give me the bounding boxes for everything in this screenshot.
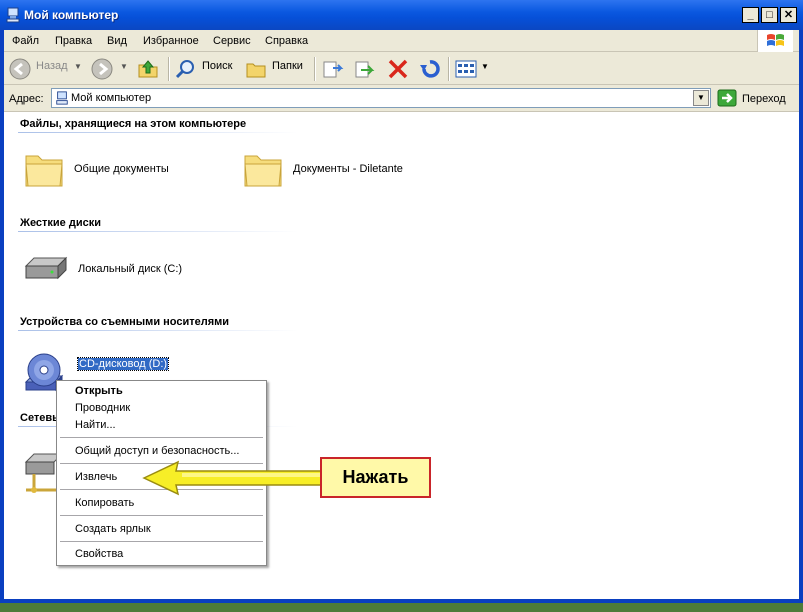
ctx-separator [60,541,263,542]
folders-button-label[interactable]: Папки [272,60,303,72]
desktop-background [0,603,803,612]
folder-shared-documents[interactable]: Общие документы [22,150,169,193]
folder-user-documents[interactable]: Документы - Diletante [241,150,403,193]
menu-tools[interactable]: Сервис [213,35,251,47]
toolbar-separator [168,57,170,81]
hint-callout: Нажать [320,457,431,498]
search-icon[interactable] [174,57,198,81]
toolbar-separator [314,57,316,81]
ctx-create-shortcut[interactable]: Создать ярлык [75,523,151,535]
address-dropdown-icon[interactable]: ▼ [693,90,709,106]
menu-view[interactable]: Вид [107,35,127,47]
folder-icon [25,155,63,187]
views-dropdown-icon[interactable]: ▼ [481,62,489,71]
drive-label: Локальный диск (C:) [78,263,183,275]
address-value: Мой компьютер [71,92,152,104]
group-title-files: Файлы, хранящиеся на этом компьютере [20,118,247,130]
toolbar-separator [448,57,450,81]
windows-logo [757,30,793,52]
ctx-explore[interactable]: Проводник [75,402,130,414]
ctx-properties[interactable]: Свойства [75,548,123,560]
cd-drive-label: CD-дисковод (D:) [76,357,170,371]
address-label: Адрес: [9,93,44,105]
folder-icon [244,155,282,187]
group-divider [18,132,298,133]
ctx-sharing-security[interactable]: Общий доступ и безопасность... [75,445,239,457]
address-bar: Адрес: Мой компьютер ▼ Переход [4,85,799,112]
copy-to-icon[interactable] [352,57,376,81]
folders-icon[interactable] [244,57,268,81]
back-button-label[interactable]: Назад [36,60,68,72]
window-title: Мой компьютер [24,8,119,22]
close-button[interactable]: ✕ [780,7,797,23]
pointer-arrow-icon [142,460,323,496]
undo-icon[interactable] [418,57,442,81]
menu-edit[interactable]: Правка [55,35,92,47]
ctx-separator [60,515,263,516]
back-dropdown-icon[interactable]: ▼ [74,62,82,71]
menu-bar: Файл Правка Вид Избранное Сервис Справка [4,30,799,52]
folder-label: Документы - Diletante [293,163,403,175]
standard-toolbar: Назад ▼ ▼ Поиск Папки ▼ [4,52,799,85]
forward-dropdown-icon[interactable]: ▼ [120,62,128,71]
views-icon[interactable] [454,57,480,81]
hard-disk-icon [24,256,68,280]
group-title-hard-drives: Жесткие диски [20,217,101,229]
my-computer-icon [6,7,20,23]
ctx-eject[interactable]: Извлечь [75,471,117,483]
back-arrow-icon[interactable] [8,57,32,81]
move-to-icon[interactable] [320,57,344,81]
delete-icon[interactable] [386,57,410,81]
menu-help[interactable]: Справка [265,35,308,47]
minimize-button[interactable]: _ [742,7,759,23]
go-button-label[interactable]: Переход [742,93,786,105]
ctx-open[interactable]: Открыть [75,385,123,397]
up-folder-icon[interactable] [136,57,160,81]
menu-file[interactable]: Файл [12,35,39,47]
drive-local-c[interactable]: Локальный диск (C:) [22,254,182,289]
windows-flag-icon [767,34,784,46]
group-divider [18,330,298,331]
folder-label: Общие документы [74,163,169,175]
search-button-label[interactable]: Поиск [202,60,232,72]
menu-favorites[interactable]: Избранное [143,35,199,47]
maximize-button[interactable]: □ [761,7,778,23]
address-field[interactable]: Мой компьютер ▼ [51,88,711,108]
group-title-removable: Устройства со съемными носителями [20,316,230,328]
ctx-copy[interactable]: Копировать [75,497,134,509]
ctx-search[interactable]: Найти... [75,419,116,431]
ctx-separator [60,437,263,438]
title-bar[interactable]: Мой компьютер _ □ ✕ [0,0,803,30]
go-arrow-icon[interactable] [717,89,737,107]
forward-arrow-icon[interactable] [90,57,114,81]
my-computer-icon [56,91,68,105]
group-divider [18,231,298,232]
